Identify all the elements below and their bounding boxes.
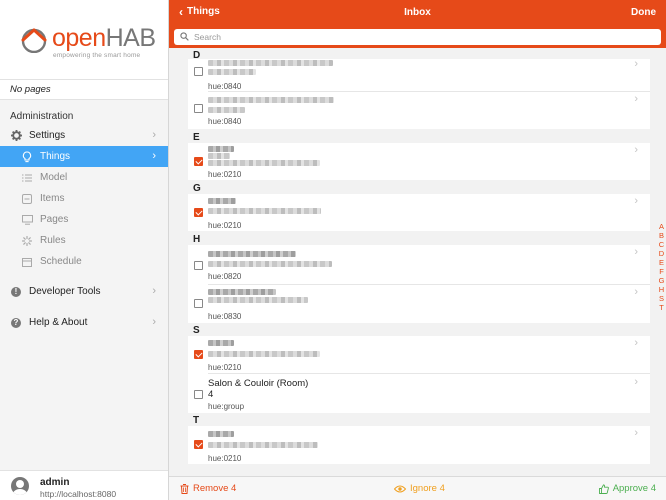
- brand-name: openHAB: [52, 24, 156, 52]
- list-icon: [21, 172, 33, 184]
- item-checkbox[interactable]: [194, 299, 203, 308]
- avatar: [11, 477, 29, 495]
- index-letter[interactable]: T: [657, 303, 666, 312]
- chevron-right-icon: ›: [634, 286, 638, 298]
- group-header-t: T: [193, 415, 200, 426]
- user-name: admin: [40, 477, 70, 488]
- sidebar-item-things[interactable]: Things ›: [0, 146, 168, 167]
- chevron-right-icon: ›: [634, 144, 638, 156]
- group-header-s: S: [193, 325, 200, 336]
- chevron-right-icon: ›: [634, 93, 638, 105]
- user-profile[interactable]: admin http://localhost:8080: [0, 470, 168, 500]
- administration-heading: Administration: [10, 111, 74, 122]
- exclamation-icon: !: [10, 286, 22, 298]
- ignore-button[interactable]: Ignore 4: [394, 483, 445, 494]
- question-icon: ?: [10, 317, 22, 329]
- remove-button[interactable]: Remove 4: [180, 483, 236, 494]
- logo[interactable]: openHAB empowering the smart home: [0, 0, 168, 80]
- chevron-right-icon: ›: [634, 337, 638, 349]
- index-letter[interactable]: A: [657, 222, 666, 231]
- item-checkbox[interactable]: [194, 67, 203, 76]
- list-item-salon-couloir[interactable]: Salon & Couloir (Room) 4 hue:group ›: [188, 374, 650, 413]
- sidebar-item-pages[interactable]: Pages: [0, 209, 168, 230]
- chevron-right-icon: ›: [152, 129, 156, 141]
- index-letter[interactable]: E: [657, 258, 666, 267]
- openhab-logo-icon: [21, 28, 47, 53]
- item-checkbox[interactable]: [194, 440, 203, 449]
- trash-icon: [180, 483, 189, 494]
- chevron-right-icon: ›: [634, 376, 638, 388]
- chevron-right-icon: ›: [152, 285, 156, 297]
- navbar: ‹ Things Inbox Done: [169, 0, 666, 26]
- list-item[interactable]: hue:0840 ›: [188, 58, 650, 92]
- gear-icon: [10, 130, 22, 142]
- page-title: Inbox: [404, 7, 431, 18]
- sidebar-item-schedule[interactable]: Schedule: [0, 251, 168, 272]
- index-letter[interactable]: G: [657, 276, 666, 285]
- done-button[interactable]: Done: [631, 7, 656, 18]
- alphabet-index[interactable]: A B C D E F G H S T: [657, 222, 666, 312]
- list-item[interactable]: hue:0210 ›: [188, 143, 650, 180]
- list-item[interactable]: hue:0830 ›: [188, 285, 650, 323]
- searchbar: [169, 26, 666, 48]
- group-header-g: G: [193, 183, 201, 194]
- chevron-right-icon: ›: [152, 316, 156, 328]
- group-header-h: H: [193, 234, 201, 245]
- sidebar-item-help-about[interactable]: ? Help & About ›: [0, 312, 168, 333]
- index-letter[interactable]: H: [657, 285, 666, 294]
- brand-tagline: empowering the smart home: [53, 52, 141, 59]
- index-letter[interactable]: B: [657, 231, 666, 240]
- search-input[interactable]: [194, 29, 654, 45]
- item-title: Salon & Couloir (Room): [208, 378, 309, 389]
- sidebar-item-rules[interactable]: Rules: [0, 230, 168, 251]
- item-count: 4: [208, 389, 214, 400]
- spinner-icon: [21, 235, 33, 247]
- bottom-toolbar: Remove 4 Ignore 4 Approve 4: [169, 476, 666, 500]
- item-checkbox[interactable]: [194, 157, 203, 166]
- search-icon: [180, 32, 189, 41]
- index-letter[interactable]: C: [657, 240, 666, 249]
- search-box[interactable]: [174, 29, 661, 45]
- list-item[interactable]: hue:0210 ›: [188, 194, 650, 231]
- index-letter[interactable]: S: [657, 294, 666, 303]
- server-url: http://localhost:8080: [40, 489, 117, 499]
- sidebar: openHAB empowering the smart home No pag…: [0, 0, 169, 500]
- inbox-list: D hue:0840 › hue:0840 › E hue:0210 › G h…: [169, 48, 666, 476]
- list-item[interactable]: hue:0210 ›: [188, 426, 650, 464]
- no-pages-label: No pages: [0, 80, 168, 100]
- list-item[interactable]: hue:0820 ›: [188, 245, 650, 285]
- chevron-right-icon: ›: [634, 246, 638, 258]
- lightbulb-icon: [21, 150, 33, 163]
- index-letter[interactable]: F: [657, 267, 666, 276]
- item-checkbox[interactable]: [194, 261, 203, 270]
- sidebar-item-settings[interactable]: Settings ›: [0, 125, 168, 146]
- item-checkbox[interactable]: [194, 350, 203, 359]
- sidebar-item-items[interactable]: Items: [0, 188, 168, 209]
- item-checkbox[interactable]: [194, 208, 203, 217]
- group-header-e: E: [193, 132, 200, 143]
- index-letter[interactable]: D: [657, 249, 666, 258]
- sidebar-item-developer-tools[interactable]: ! Developer Tools ›: [0, 281, 168, 302]
- sidebar-item-model[interactable]: Model: [0, 167, 168, 188]
- list-item[interactable]: hue:0210 ›: [188, 336, 650, 374]
- eye-icon: [394, 485, 406, 492]
- thumbs-up-icon: [598, 483, 609, 494]
- chevron-right-icon: ›: [634, 427, 638, 439]
- item-checkbox[interactable]: [194, 390, 203, 399]
- chevron-right-icon: ›: [152, 150, 156, 162]
- approve-button[interactable]: Approve 4: [598, 483, 656, 494]
- monitor-icon: [21, 214, 33, 226]
- chevron-right-icon: ›: [634, 195, 638, 207]
- chevron-right-icon: ›: [634, 58, 638, 70]
- main-panel: ‹ Things Inbox Done D hue:0840 › hue:084…: [169, 0, 666, 500]
- list-item[interactable]: hue:0840 ›: [188, 92, 650, 129]
- calendar-icon: [21, 256, 33, 268]
- items-icon: [21, 193, 33, 205]
- item-checkbox[interactable]: [194, 104, 203, 113]
